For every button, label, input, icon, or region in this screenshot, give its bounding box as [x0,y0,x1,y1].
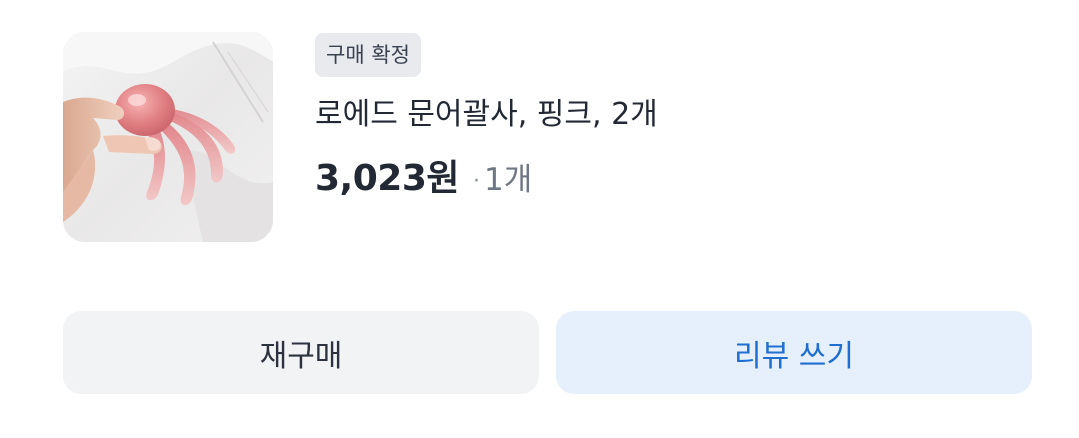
quantity: 1개 [484,162,533,198]
separator-dot: · [473,169,480,194]
order-item-info: 구매 확정 로에드 문어괄사, 핑크, 2개 3,023원 · 1개 [315,33,1015,203]
price: 3,023원 [315,158,460,199]
product-image [63,32,273,242]
price-row: 3,023원 · 1개 [315,155,1015,203]
write-review-button[interactable]: 리뷰 쓰기 [556,311,1032,394]
status-badge: 구매 확정 [315,33,421,77]
product-name[interactable]: 로에드 문어괄사, 핑크, 2개 [315,95,1015,135]
product-thumbnail[interactable] [63,32,273,242]
rebuy-button[interactable]: 재구매 [63,311,539,394]
